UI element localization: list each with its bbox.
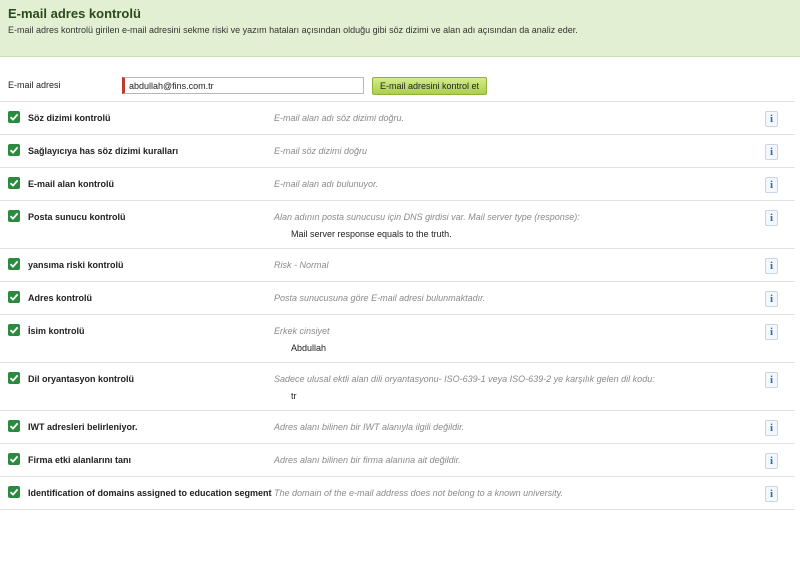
page-title: E-mail adres kontrolü: [8, 6, 141, 21]
check-row: yansıma riski kontrolü Risk - Normal i: [0, 249, 795, 282]
checkmark-icon: [8, 453, 20, 465]
check-row: E-mail alan kontrolü E-mail alan adı bulu…: [0, 168, 795, 201]
checkmark-icon: [8, 177, 20, 189]
checkmark-icon: [8, 144, 20, 156]
checkmark-icon: [8, 291, 20, 303]
check-label: yansıma riski kontrolü: [28, 260, 124, 270]
check-result: Alan adının posta sunucusu için DNS gird…: [274, 212, 580, 222]
check-label: E-mail alan kontrolü: [28, 179, 115, 189]
info-icon[interactable]: i: [765, 111, 778, 127]
info-icon[interactable]: i: [765, 486, 778, 502]
check-row: Identification of domains assigned to ed…: [0, 477, 795, 510]
checkmark-icon: [8, 372, 20, 384]
info-icon[interactable]: i: [765, 291, 778, 307]
info-icon[interactable]: i: [765, 177, 778, 193]
check-detail: Mail server response equals to the truth…: [291, 229, 452, 239]
info-icon[interactable]: i: [765, 420, 778, 436]
check-detail: Abdullah: [291, 343, 327, 353]
check-row: Dil oryantasyon kontrolü Sadece ulusal ek…: [0, 363, 795, 411]
check-result: E-mail alan adı söz dizimi doğru.: [274, 113, 405, 123]
check-row: Adres kontrolü Posta sunucusuna göre E-ma…: [0, 282, 795, 315]
check-email-button[interactable]: E-mail adresini kontrol et: [372, 77, 488, 95]
email-input[interactable]: [122, 77, 364, 94]
checkmark-icon: [8, 486, 20, 498]
check-label: Dil oryantasyon kontrolü: [28, 374, 135, 384]
check-label: Firma etki alanlarını tanı: [28, 455, 132, 465]
check-result: Posta sunucusuna göre E-mail adresi bulu…: [274, 293, 486, 303]
info-icon[interactable]: i: [765, 324, 778, 340]
check-row: Firma etki alanlarını tanı Adres alanı bi…: [0, 444, 795, 477]
checkmark-icon: [8, 420, 20, 432]
check-result: Risk - Normal: [274, 260, 329, 270]
check-result: Adres alanı bilinen bir firma alanına ai…: [274, 455, 461, 465]
check-result: Adres alanı bilinen bir IWT alanıyla ilg…: [274, 422, 465, 432]
check-result: Erkek cinsiyet: [274, 326, 330, 336]
check-row: Posta sunucu kontrolü Alan adının posta s…: [0, 201, 795, 249]
check-label: Söz dizimi kontrolü: [28, 113, 111, 123]
check-result: Sadece ulusal ektli alan dili oryantasyo…: [274, 374, 655, 384]
info-icon[interactable]: i: [765, 372, 778, 388]
info-icon[interactable]: i: [765, 144, 778, 160]
email-label: E-mail adresi: [8, 80, 61, 90]
check-result: E-mail söz dizimi doğru: [274, 146, 368, 156]
checkmark-icon: [8, 324, 20, 336]
check-label: Posta sunucu kontrolü: [28, 212, 126, 222]
check-detail: tr: [291, 391, 297, 401]
info-icon[interactable]: i: [765, 453, 778, 469]
check-label: İsim kontrolü: [28, 326, 85, 336]
check-row: İsim kontrolü Erkek cinsiyet Abdullah i: [0, 315, 795, 363]
check-results-list: Söz dizimi kontrolü E-mail alan adı söz d…: [0, 102, 795, 510]
check-label: Adres kontrolü: [28, 293, 93, 303]
check-row: Sağlayıcıya has söz dizimi kuralları E-ma…: [0, 135, 795, 168]
page-description: E-mail adres kontrolü girilen e-mail adr…: [8, 25, 578, 35]
email-form-row: E-mail adresi E-mail adresini kontrol et: [0, 72, 795, 102]
check-row: IWT adresleri belirleniyor. Adres alanı b…: [0, 411, 795, 444]
checkmark-icon: [8, 111, 20, 123]
info-icon[interactable]: i: [765, 258, 778, 274]
checkmark-icon: [8, 258, 20, 270]
checkmark-icon: [8, 210, 20, 222]
check-result: E-mail alan adı bulunuyor.: [274, 179, 379, 189]
info-icon[interactable]: i: [765, 210, 778, 226]
page-header: E-mail adres kontrolü E-mail adres kontr…: [0, 0, 800, 57]
check-label: Identification of domains assigned to ed…: [28, 488, 272, 498]
check-row: Söz dizimi kontrolü E-mail alan adı söz d…: [0, 102, 795, 135]
check-label: Sağlayıcıya has söz dizimi kuralları: [28, 146, 179, 156]
check-label: IWT adresleri belirleniyor.: [28, 422, 138, 432]
check-result: The domain of the e-mail address does no…: [274, 488, 563, 498]
